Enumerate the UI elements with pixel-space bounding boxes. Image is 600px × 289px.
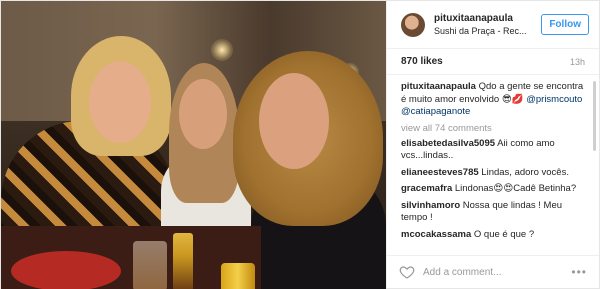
comment: elisabetedasilva5095 Aii como amo vcs...…	[401, 138, 585, 163]
photo-glass	[133, 241, 167, 289]
caption-mention[interactable]: @catiapaganote	[401, 106, 470, 117]
post-photo[interactable]	[1, 1, 386, 289]
caption-mention[interactable]: @prismcouto	[526, 94, 582, 105]
photo-person-middle-face	[179, 79, 227, 149]
add-comment-input[interactable]	[423, 266, 572, 278]
photo-soy-bottle	[173, 233, 193, 289]
photo-lamp-left	[211, 39, 233, 61]
comment: mcocakassama O que é que ?	[401, 229, 585, 242]
more-options-icon[interactable]: •••	[571, 265, 587, 279]
post-username[interactable]: pituxitaanapaula	[434, 13, 541, 24]
comment: elianeesteves785 Lindas, adoro vocês.	[401, 167, 585, 180]
caption: pituxitaanapaula Qdo a gente se encontra…	[401, 81, 585, 119]
photo-can	[221, 263, 255, 289]
comment-username[interactable]: elianeesteves785	[401, 167, 479, 178]
photo-person-right-face	[259, 73, 329, 169]
comment: gracemafra Lindonas😍😍Cadê Betinha?	[401, 183, 585, 196]
view-all-comments-link[interactable]: view all 74 comments	[401, 123, 585, 134]
comment-username[interactable]: elisabetedasilva5095	[401, 138, 495, 149]
comment-username[interactable]: silvinhamoro	[401, 200, 460, 211]
comment-text: Lindas, adoro vocês.	[481, 166, 569, 178]
post-location[interactable]: Sushi da Praça - Rec...	[434, 26, 541, 36]
caption-username[interactable]: pituxitaanapaula	[401, 81, 476, 92]
post-header: pituxitaanapaula Sushi da Praça - Rec...…	[387, 1, 599, 49]
post-side-panel: pituxitaanapaula Sushi da Praça - Rec...…	[386, 1, 599, 288]
comment-text: O que é que ?	[473, 228, 535, 240]
comment-text: Lindonas😍😍Cadê Betinha?	[454, 183, 577, 194]
instagram-post: pituxitaanapaula Sushi da Praça - Rec...…	[0, 0, 600, 289]
photo-person-left-face	[89, 61, 151, 143]
post-stats: 870 likes 13h	[387, 49, 599, 75]
comment-username[interactable]: mcocakassama	[401, 229, 471, 240]
comments-list[interactable]: pituxitaanapaula Qdo a gente se encontra…	[387, 75, 599, 255]
heart-icon[interactable]	[399, 264, 415, 280]
follow-button[interactable]: Follow	[541, 14, 589, 35]
avatar[interactable]	[401, 12, 425, 37]
likes-count[interactable]: 870 likes	[401, 56, 443, 67]
post-header-text: pituxitaanapaula Sushi da Praça - Rec...	[434, 13, 541, 36]
photo-sushi-tray	[11, 251, 121, 289]
post-footer: •••	[387, 255, 599, 288]
comment: silvinhamoro Nossa que lindas ! Meu temp…	[401, 200, 585, 225]
comment-username[interactable]: gracemafra	[401, 183, 452, 194]
post-time[interactable]: 13h	[570, 57, 585, 67]
